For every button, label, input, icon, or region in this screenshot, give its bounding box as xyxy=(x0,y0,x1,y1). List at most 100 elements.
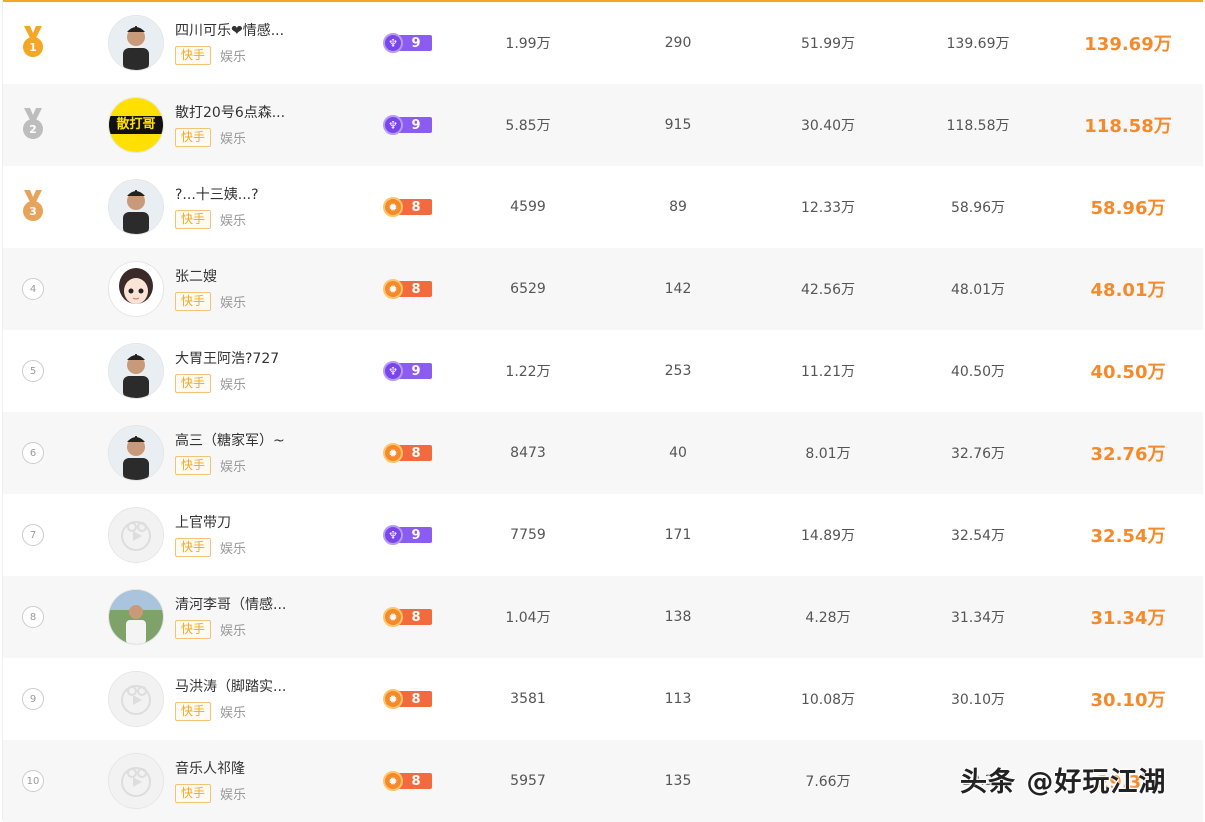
avatar[interactable] xyxy=(108,261,164,317)
anchor-name[interactable]: ?...十三姨...? xyxy=(175,185,335,205)
level-icon: ✹ xyxy=(383,443,403,463)
level-number: 8 xyxy=(411,281,421,297)
platform-tag: 快手 xyxy=(175,455,212,475)
total-value: 48.01万 xyxy=(1090,280,1166,301)
level-cell: 8 ✹ xyxy=(381,740,437,822)
metric-4: 30.10万 xyxy=(950,692,1006,708)
avatar[interactable] xyxy=(108,343,164,399)
anchor-name[interactable]: 上官带刀 xyxy=(175,513,335,533)
avatar[interactable] xyxy=(108,753,164,809)
total-value: 32.76万 xyxy=(1090,444,1166,465)
metric-3: 30.40万 xyxy=(800,118,856,134)
anchor-name[interactable]: 张二嫂 xyxy=(175,267,335,287)
metric-1: 5.85万 xyxy=(505,118,551,134)
table-row[interactable]: 2 散打哥 散打20号6点森... 快手 娱乐 9 ♆ 5.85万 915 30.40万 118.5… xyxy=(3,84,1203,166)
metric-1: 3581 xyxy=(510,691,546,707)
avatar[interactable]: 散打哥 xyxy=(108,97,164,153)
rank-number: 8 xyxy=(29,611,37,623)
table-row[interactable]: 9 马洪涛（脚踏实... 快手 娱乐 8 ✹ 3581 113 10.08万 30.10万 30.1… xyxy=(3,658,1203,740)
metric-3: 14.89万 xyxy=(800,528,856,544)
anchor-name[interactable]: 散打20号6点森... xyxy=(175,103,335,123)
total-value: 40.50万 xyxy=(1090,362,1166,383)
metric-4: 58.96万 xyxy=(950,200,1006,216)
metric-3: 51.99万 xyxy=(800,36,856,52)
category-label: 娱乐 xyxy=(220,541,247,557)
rank-circle: 10 xyxy=(22,770,44,792)
level-cell: 8 ✹ xyxy=(381,658,437,740)
metric-4: 32.54万 xyxy=(950,528,1006,544)
level-cell: 9 ♆ xyxy=(381,330,437,412)
rank-circle: 6 xyxy=(22,442,44,464)
anchor-name[interactable]: 马洪涛（脚踏实... xyxy=(175,677,335,697)
platform-tag: 快手 xyxy=(175,783,212,803)
anchor-name[interactable]: 音乐人祁隆 xyxy=(175,759,335,779)
metric-1: 7759 xyxy=(510,527,546,543)
level-icon: ✹ xyxy=(383,279,403,299)
avatar[interactable] xyxy=(108,507,164,563)
platform-tag: 快手 xyxy=(175,45,212,65)
level-number: 9 xyxy=(411,363,421,379)
level-cell: 8 ✹ xyxy=(381,412,437,494)
rank-circle: 4 xyxy=(22,278,44,300)
metric-1: 1.99万 xyxy=(505,36,551,52)
level-icon: ✹ xyxy=(383,689,403,709)
level-number: 9 xyxy=(411,527,421,543)
metric-4: 48.01万 xyxy=(950,282,1006,298)
metric-3: 7.66万 xyxy=(805,774,851,790)
anchor-name[interactable]: 四川可乐❤情感... xyxy=(175,21,335,41)
table-row[interactable]: 5 大胃王阿浩?727 快手 娱乐 9 ♆ 1.22万 253 11.21万 40.50万 40.5… xyxy=(3,330,1203,412)
avatar[interactable] xyxy=(108,15,164,71)
category-label: 娱乐 xyxy=(220,623,247,639)
level-cell: 9 ♆ xyxy=(381,84,437,166)
anchor-name[interactable]: 高三（糖家军）~ xyxy=(175,431,335,451)
rank-number: 3 xyxy=(29,204,37,218)
category-label: 娱乐 xyxy=(220,213,247,229)
metric-2: 40 xyxy=(669,445,687,461)
level-badge: 9 ♆ xyxy=(383,361,435,381)
table-row[interactable]: 4 张二嫂 快手 娱乐 8 ✹ 6529 142 42.56万 48.01万 48.01万 xyxy=(3,248,1203,330)
rank-circle: 7 xyxy=(22,524,44,546)
metric-1: 1.22万 xyxy=(505,364,551,380)
total-value: 118.58万 xyxy=(1084,116,1172,137)
category-label: 娱乐 xyxy=(220,295,247,311)
platform-tag: 快手 xyxy=(175,373,212,393)
table-row[interactable]: 7 上官带刀 快手 娱乐 9 ♆ 7759 171 14.89万 32.54万 32.54万 xyxy=(3,494,1203,576)
rank-cell: 9 xyxy=(3,658,63,740)
rank-circle: 8 xyxy=(22,606,44,628)
anchor-name[interactable]: 清河李哥（情感... xyxy=(175,595,335,615)
table-row[interactable]: 3 ?...十三姨...? 快手 娱乐 8 ✹ 4599 89 12.33万 58.96万 58.9… xyxy=(3,166,1203,248)
metric-2: 142 xyxy=(664,281,692,297)
rank-cell: 10 xyxy=(3,740,63,822)
metric-3: 12.33万 xyxy=(800,200,856,216)
table-row[interactable]: 6 高三（糖家军）~ 快手 娱乐 8 ✹ 8473 40 8.01万 32.76万 32.76万 xyxy=(3,412,1203,494)
medal-icon: 1 xyxy=(22,26,44,60)
rank-number: 1 xyxy=(29,40,37,54)
ranking-table: 1 四川可乐❤情感... 快手 娱乐 9 ♆ 1.99万 290 51.99万 139.69万 13… xyxy=(2,0,1203,822)
level-badge: 9 ♆ xyxy=(383,115,435,135)
avatar-logo-text: 散打哥 xyxy=(116,117,156,132)
category-label: 娱乐 xyxy=(220,377,247,393)
rank-cell: 1 xyxy=(3,2,63,84)
avatar[interactable] xyxy=(108,179,164,235)
table-row[interactable]: 8 清河李哥（情感... 快手 娱乐 8 ✹ 1.04万 138 4.28万 31.34万 31.3… xyxy=(3,576,1203,658)
level-icon: ✹ xyxy=(383,607,403,627)
level-icon: ✹ xyxy=(383,197,403,217)
total-value: 139.69万 xyxy=(1084,34,1172,55)
avatar[interactable] xyxy=(108,589,164,645)
level-number: 8 xyxy=(411,691,421,707)
anchor-name[interactable]: 大胃王阿浩?727 xyxy=(175,349,335,369)
avatar[interactable] xyxy=(108,671,164,727)
level-cell: 8 ✹ xyxy=(381,576,437,658)
rank-number: 6 xyxy=(29,447,37,459)
metric-1: 1.04万 xyxy=(505,610,551,626)
level-badge: 8 ✹ xyxy=(383,279,435,299)
avatar[interactable] xyxy=(108,425,164,481)
level-icon: ♆ xyxy=(383,115,403,135)
rank-cell: 5 xyxy=(3,330,63,412)
level-badge: 8 ✹ xyxy=(383,771,435,791)
level-badge: 9 ♆ xyxy=(383,525,435,545)
level-number: 9 xyxy=(411,117,421,133)
rank-cell: 4 xyxy=(3,248,63,330)
anchor-info: 大胃王阿浩?727 快手 娱乐 xyxy=(175,349,335,393)
table-row[interactable]: 1 四川可乐❤情感... 快手 娱乐 9 ♆ 1.99万 290 51.99万 139.69万 13… xyxy=(3,2,1203,84)
